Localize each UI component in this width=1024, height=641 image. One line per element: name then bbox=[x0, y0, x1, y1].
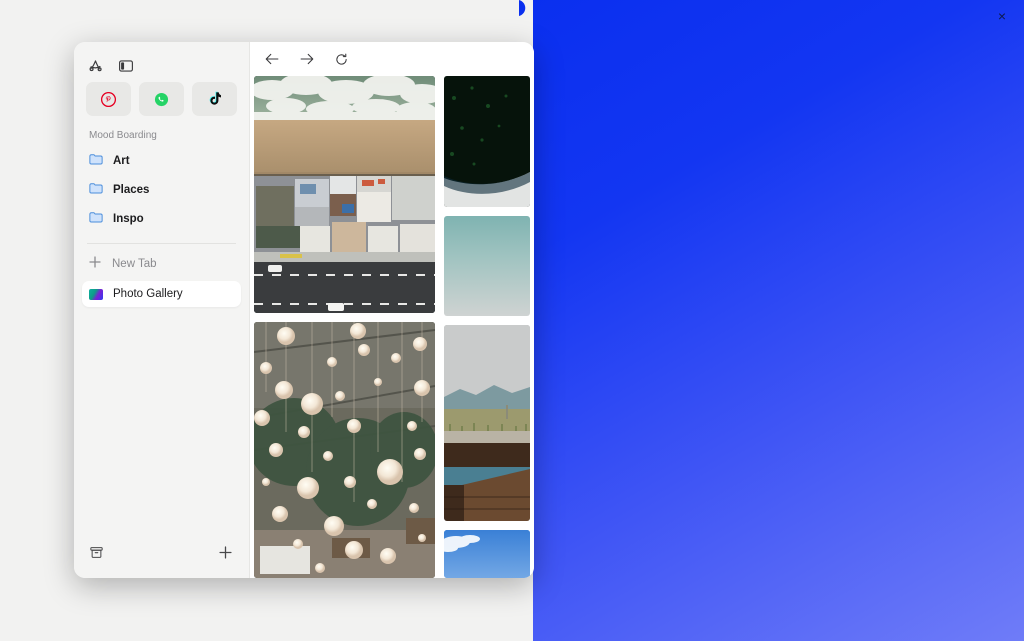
folder-icon bbox=[89, 153, 103, 168]
sidebar-footer bbox=[74, 546, 249, 578]
arc-logo-icon[interactable] bbox=[88, 59, 103, 72]
sidebar-folder-places[interactable]: Places bbox=[74, 175, 249, 204]
sidebar-toolbar bbox=[74, 42, 249, 76]
browser-content bbox=[249, 42, 534, 578]
blue-stage bbox=[517, 0, 1024, 641]
arrow-left-icon[interactable] bbox=[265, 53, 279, 65]
pin-pinterest[interactable] bbox=[86, 82, 131, 116]
app-screen: Create an Account We use accounts to syn… bbox=[0, 0, 1024, 641]
sidebar-toggle-icon[interactable] bbox=[119, 60, 133, 72]
folder-label: Inspo bbox=[113, 213, 144, 225]
folder-label: Places bbox=[113, 184, 149, 196]
sidebar-folder-art[interactable]: Art bbox=[74, 146, 249, 175]
sidebar-folder-inspo[interactable]: Inspo bbox=[74, 204, 249, 233]
folder-icon bbox=[89, 211, 103, 226]
pin-whatsapp[interactable] bbox=[139, 82, 184, 116]
close-button[interactable]: × bbox=[993, 7, 1011, 25]
arrow-right-icon[interactable] bbox=[300, 53, 314, 65]
whatsapp-icon bbox=[154, 92, 169, 107]
new-tab-label: New Tab bbox=[112, 258, 157, 270]
desert-pool-deck-photo[interactable] bbox=[444, 325, 530, 520]
folder-label: Art bbox=[113, 155, 130, 167]
tiktok-icon bbox=[208, 91, 222, 107]
gallery-column-right bbox=[444, 76, 530, 578]
aerial-beach-houses-photo[interactable] bbox=[254, 76, 435, 313]
navigation-bar bbox=[250, 42, 534, 76]
new-tab-button[interactable]: New Tab bbox=[74, 244, 249, 281]
gallery-column-left bbox=[254, 76, 435, 578]
plus-icon bbox=[89, 256, 101, 271]
pin-tiktok[interactable] bbox=[192, 82, 237, 116]
photo-gallery bbox=[250, 76, 534, 578]
tab-photo-gallery[interactable]: Photo Gallery bbox=[82, 281, 241, 307]
blue-sky-photo[interactable] bbox=[444, 530, 530, 578]
add-button-icon[interactable] bbox=[219, 546, 232, 564]
folder-icon bbox=[89, 182, 103, 197]
pinned-apps bbox=[74, 76, 249, 116]
archive-icon[interactable] bbox=[90, 546, 103, 564]
teal-gradient-photo[interactable] bbox=[444, 216, 530, 316]
browser-window: Mood Boarding Art Places Inspo bbox=[74, 42, 534, 578]
tab-label: Photo Gallery bbox=[113, 288, 183, 300]
browser-sidebar: Mood Boarding Art Places Inspo bbox=[74, 42, 249, 578]
reload-icon[interactable] bbox=[335, 53, 348, 66]
space-title: Mood Boarding bbox=[74, 116, 249, 146]
dark-snow-photo[interactable] bbox=[444, 76, 530, 207]
atrium-hanging-lights-photo[interactable] bbox=[254, 322, 435, 578]
gallery-favicon bbox=[89, 289, 103, 300]
pinterest-icon bbox=[101, 92, 116, 107]
